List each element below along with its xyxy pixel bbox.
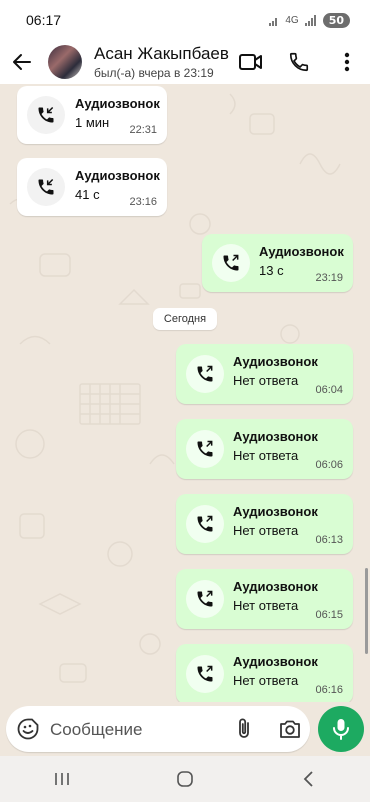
- call-status: Нет ответа: [233, 448, 299, 463]
- battery-indicator: 50: [322, 12, 350, 28]
- date-divider: Сегодня: [153, 308, 217, 330]
- call-title: Аудиозвонок: [259, 244, 344, 259]
- emoji-button[interactable]: [16, 717, 40, 741]
- last-seen-status: был(-а) вчера в 23:19: [94, 66, 214, 80]
- outgoing-call-icon: [197, 365, 213, 382]
- camera-icon: [280, 720, 300, 738]
- call-icon-circle: [27, 168, 65, 206]
- status-time: 06:17: [26, 12, 62, 28]
- call-message[interactable]: Аудиозвонок Нет ответа 06:16: [176, 644, 353, 702]
- attach-button[interactable]: [232, 717, 256, 741]
- call-duration: 13 с: [259, 263, 284, 278]
- camera-button[interactable]: [278, 717, 302, 741]
- call-message[interactable]: Аудиозвонок Нет ответа 06:15: [176, 569, 353, 629]
- chat-header: Асан Жакыпбаев был(-а) вчера в 23:19: [0, 40, 370, 84]
- call-title: Аудиозвонок: [75, 96, 160, 111]
- call-status: Нет ответа: [233, 523, 299, 538]
- status-bar: 06:17 4G 50: [0, 0, 370, 40]
- call-icon-circle: [186, 580, 224, 618]
- video-call-icon: [239, 54, 262, 70]
- outgoing-call-icon: [223, 254, 239, 271]
- call-title: Аудиозвонок: [233, 429, 318, 444]
- attach-icon: [239, 718, 249, 738]
- message-time: 06:13: [315, 534, 343, 546]
- network-type-label: 4G: [285, 14, 299, 26]
- call-duration: 1 мин: [75, 115, 110, 130]
- signal-icon: [269, 17, 278, 26]
- call-title: Аудиозвонок: [233, 504, 318, 519]
- message-time: 22:31: [129, 124, 157, 136]
- call-title: Аудиозвонок: [75, 168, 160, 183]
- back-arrow-icon: [13, 54, 31, 70]
- call-duration: 41 с: [75, 187, 100, 202]
- call-status: Нет ответа: [233, 373, 299, 388]
- outgoing-call-icon: [197, 515, 213, 532]
- back-icon: [304, 771, 313, 787]
- incoming-call-icon: [38, 178, 54, 195]
- call-message[interactable]: Аудиозвонок 1 мин 22:31: [17, 86, 167, 144]
- message-time: 06:06: [315, 459, 343, 471]
- call-icon-circle: [212, 244, 250, 282]
- contact-info[interactable]: Асан Жакыпбаев был(-а) вчера в 23:19: [94, 44, 234, 80]
- message-composer: [6, 706, 310, 752]
- call-message[interactable]: Аудиозвонок Нет ответа 06:13: [176, 494, 353, 554]
- call-message[interactable]: Аудиозвонок 41 с 23:16: [17, 158, 167, 216]
- system-back-button[interactable]: [288, 764, 328, 794]
- back-button[interactable]: [0, 52, 44, 72]
- call-icon-circle: [186, 430, 224, 468]
- call-icon-circle: [186, 505, 224, 543]
- composer-bar: [0, 702, 370, 756]
- call-title: Аудиозвонок: [233, 354, 318, 369]
- incoming-call-icon: [38, 106, 54, 123]
- call-title: Аудиозвонок: [233, 579, 318, 594]
- voice-message-button[interactable]: [318, 706, 364, 752]
- chat-scrollbar[interactable]: [365, 568, 368, 654]
- call-status: Нет ответа: [233, 673, 299, 688]
- chat-area[interactable]: Аудиозвонок 1 мин 22:31 Аудиозвонок 41 с…: [0, 84, 370, 702]
- call-icon-circle: [186, 355, 224, 393]
- call-message[interactable]: Аудиозвонок Нет ответа 06:06: [176, 419, 353, 479]
- status-icons: 4G 50: [269, 12, 350, 28]
- call-message[interactable]: Аудиозвонок 13 с 23:19: [202, 234, 353, 292]
- contact-name: Асан Жакыпбаев: [94, 44, 229, 63]
- emoji-icon: [17, 718, 39, 740]
- avatar[interactable]: [48, 45, 82, 79]
- recent-apps-icon: [54, 773, 69, 785]
- message-input[interactable]: [48, 714, 222, 746]
- microphone-icon: [333, 719, 349, 740]
- message-time: 23:19: [315, 272, 343, 284]
- system-navigation-bar: [0, 756, 370, 802]
- call-message[interactable]: Аудиозвонок Нет ответа 06:04: [176, 344, 353, 404]
- home-icon: [177, 771, 193, 787]
- recent-apps-button[interactable]: [42, 764, 82, 794]
- message-time: 06:04: [315, 384, 343, 396]
- header-actions: [238, 46, 360, 78]
- message-time: 06:16: [315, 684, 343, 696]
- signal-icon-2: [304, 14, 316, 26]
- voice-call-button[interactable]: [286, 46, 312, 78]
- call-icon-circle: [27, 96, 65, 134]
- voice-call-icon: [289, 52, 309, 72]
- outgoing-call-icon: [197, 665, 213, 682]
- home-button[interactable]: [165, 764, 205, 794]
- call-title: Аудиозвонок: [233, 654, 318, 669]
- message-time: 06:15: [315, 609, 343, 621]
- message-time: 23:16: [129, 196, 157, 208]
- outgoing-call-icon: [197, 590, 213, 607]
- video-call-button[interactable]: [238, 46, 264, 78]
- call-icon-circle: [186, 655, 224, 693]
- more-options-button[interactable]: [334, 46, 360, 78]
- call-status: Нет ответа: [233, 598, 299, 613]
- outgoing-call-icon: [197, 440, 213, 457]
- more-options-icon: [344, 52, 350, 72]
